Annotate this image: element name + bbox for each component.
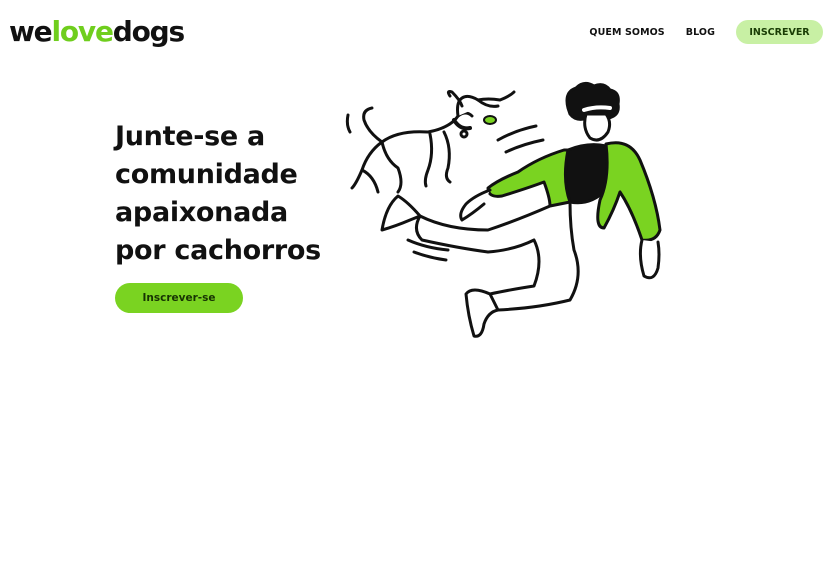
nav-link-blog[interactable]: BLOG	[686, 27, 715, 38]
brand-logo[interactable]: welovedogs	[9, 14, 185, 50]
hero-title: Junte-se a comunidade apaixonada por cac…	[115, 121, 321, 266]
site-header: welovedogs QUEM SOMOS BLOG INSCREVER	[0, 0, 827, 64]
brand-logo-dogs: dogs	[112, 15, 185, 48]
brand-logo-love: love	[51, 15, 113, 48]
nav-link-quem-somos[interactable]: QUEM SOMOS	[589, 27, 664, 38]
person-running-with-dog-illustration	[345, 81, 662, 338]
hero-subscribe-button[interactable]: Inscrever-se	[115, 283, 243, 313]
main-nav: QUEM SOMOS BLOG INSCREVER	[589, 20, 823, 44]
brand-logo-we: we	[9, 15, 53, 48]
nav-subscribe-button[interactable]: INSCREVER	[736, 20, 823, 44]
